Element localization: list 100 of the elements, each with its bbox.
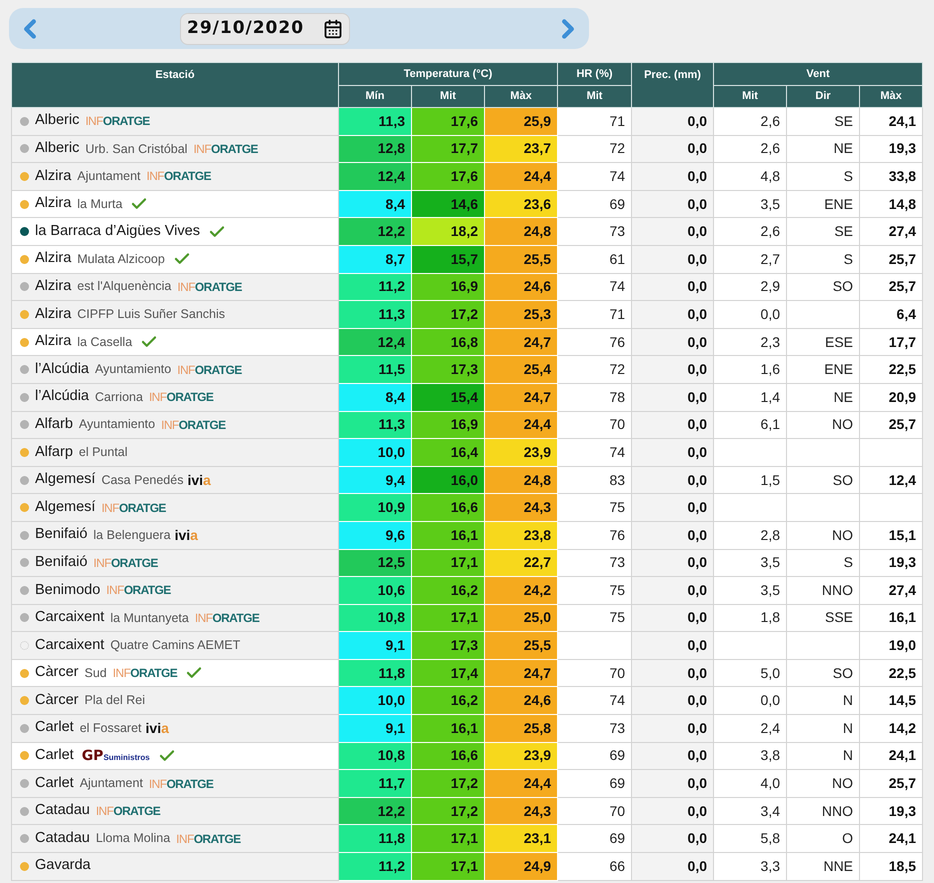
station-name: Benifaió <box>35 525 88 544</box>
column-header: Mit <box>412 86 484 108</box>
station-name: Benifaió <box>35 552 88 572</box>
table-cell: NE <box>786 383 860 412</box>
temperature-cell: 9,6 <box>338 521 412 549</box>
table-cell: ESE <box>786 328 860 356</box>
temperature-cell: 17,1 <box>412 824 484 853</box>
temperature-cell: 12,4 <box>338 162 412 190</box>
temperature-cell: 16,0 <box>412 466 484 494</box>
station-name: Algemesí <box>35 498 96 517</box>
source-logo: ivia <box>174 528 198 542</box>
temperature-cell: 23,8 <box>484 521 558 549</box>
temperature-cell: 24,3 <box>484 494 558 522</box>
table-cell: 27,4 <box>860 576 923 604</box>
table-cell: 0,0 <box>632 549 714 577</box>
temperature-cell: 12,4 <box>338 328 412 356</box>
temperature-cell: 10,8 <box>338 742 412 770</box>
station-name: Gavarda <box>35 856 91 876</box>
calendar-icon <box>323 18 343 38</box>
table-cell: 15,1 <box>860 521 923 549</box>
table-cell: 0,0 <box>632 218 714 246</box>
table-cell: N <box>786 742 860 770</box>
station-name: Carlet <box>35 774 74 793</box>
temperature-cell: 17,2 <box>412 797 484 825</box>
table-cell: N <box>786 686 860 715</box>
temperature-cell: 25,5 <box>484 632 558 660</box>
temperature-cell: 24,3 <box>484 797 558 825</box>
temperature-cell: 11,3 <box>338 108 412 136</box>
table-cell: 6,1 <box>714 411 787 439</box>
station-name: Carcaixent <box>35 608 104 628</box>
table-cell: 19,0 <box>860 632 923 660</box>
table-cell: SSE <box>786 604 860 632</box>
table-cell: S <box>786 162 860 190</box>
table-cell: 2,6 <box>714 218 787 246</box>
table-cell: SO <box>786 273 860 301</box>
station-name: Alzira <box>35 249 72 268</box>
temperature-cell: 12,2 <box>338 218 412 246</box>
table-cell: 0,0 <box>632 328 714 356</box>
date-field[interactable]: 29/10/2020 <box>180 12 350 44</box>
table-cell: 0,0 <box>632 273 714 301</box>
table-cell: 0,0 <box>632 300 714 328</box>
table-cell: 2,6 <box>714 108 787 136</box>
table-cell: 5,8 <box>714 824 787 853</box>
temperature-cell: 23,6 <box>484 190 558 218</box>
source-logo: INFORATGE <box>177 280 242 293</box>
temperature-cell: 17,6 <box>412 108 484 136</box>
table-cell: 0,0 <box>632 245 714 274</box>
station-name: Catadau <box>35 801 90 820</box>
table-cell: 17,7 <box>860 328 923 356</box>
table-cell: 3,8 <box>714 742 787 770</box>
temperature-cell: 17,3 <box>412 632 484 660</box>
table-cell: 0,0 <box>714 300 787 328</box>
temperature-cell: 10,9 <box>338 494 412 522</box>
table-cell: 24,1 <box>860 824 923 853</box>
column-header: Temperatura (°C) <box>338 62 558 86</box>
station-detail: Lloma Molina <box>96 830 170 848</box>
table-cell: NO <box>786 411 860 439</box>
table-cell: S <box>786 549 860 577</box>
table-cell: 14,5 <box>860 686 923 715</box>
station-detail: Ajuntament <box>77 168 140 186</box>
temperature-cell: 25,5 <box>484 245 558 274</box>
table-cell: SE <box>786 218 860 246</box>
temperature-cell: 9,1 <box>338 714 412 742</box>
temperature-cell: 16,6 <box>412 494 484 522</box>
source-logo: ivia <box>146 721 169 736</box>
column-header: Mit <box>558 86 632 108</box>
table-cell: 0,0 <box>632 466 714 494</box>
temperature-cell: 17,2 <box>412 300 484 328</box>
temperature-cell: 11,8 <box>338 824 412 853</box>
temperature-cell: 25,9 <box>484 108 558 136</box>
station-detail: Sud <box>84 664 107 682</box>
table-cell: 0,0 <box>632 742 714 770</box>
temperature-cell: 9,1 <box>338 632 412 660</box>
temperature-cell: 23,9 <box>484 438 558 466</box>
temperature-cell: 16,2 <box>412 576 484 604</box>
table-cell: 3,4 <box>714 797 787 825</box>
temperature-cell: 15,4 <box>412 383 484 412</box>
station-name: Algemesí <box>35 470 96 490</box>
temperature-cell: 11,2 <box>338 852 412 880</box>
column-header: Dir <box>786 86 860 108</box>
table-cell: SO <box>786 659 860 687</box>
station-name: Càrcer <box>35 663 79 682</box>
date-value: 29/10/2020 <box>187 16 304 40</box>
table-cell: SO <box>786 466 860 494</box>
temperature-cell: 24,8 <box>484 218 558 246</box>
table-cell: 0,0 <box>632 383 714 412</box>
station-name: la Barraca d’Aigües Vives <box>35 222 200 241</box>
table-cell: 0,0 <box>632 659 714 687</box>
temperature-cell: 16,1 <box>412 521 484 549</box>
source-logo: INFORATGE <box>194 612 260 624</box>
source-logo: INFORATGE <box>176 832 241 845</box>
table-cell: 0,0 <box>714 686 787 715</box>
temperature-cell: 23,1 <box>484 824 558 853</box>
table-cell: 2,3 <box>714 328 787 356</box>
temperature-cell: 23,9 <box>484 742 558 770</box>
column-header: Prec. (mm) <box>632 62 714 108</box>
source-logo: INFORATGE <box>148 778 214 790</box>
station-name: l’Alcúdia <box>35 387 89 406</box>
table-cell: 22,5 <box>860 659 923 687</box>
table-cell: 1,5 <box>714 466 787 494</box>
